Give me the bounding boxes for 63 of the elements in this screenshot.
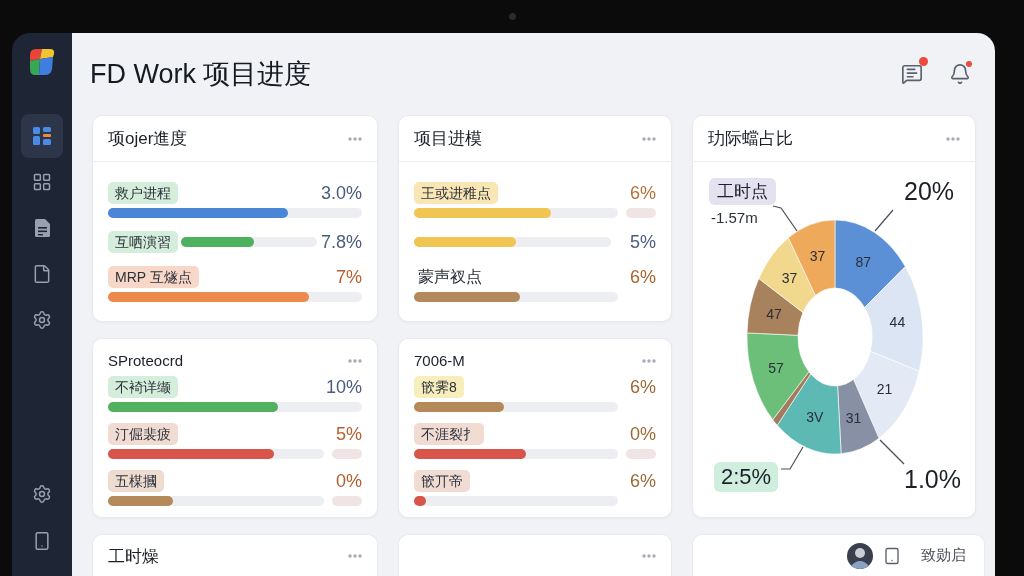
- percent-value: 0%: [336, 470, 362, 492]
- category-tag: 王或进稚点: [414, 182, 498, 204]
- grid-icon: [32, 172, 52, 192]
- file-icon: [32, 264, 52, 284]
- camera-icon: [508, 13, 516, 20]
- slice-label: 47: [766, 305, 782, 322]
- card-title: 工时燥: [108, 546, 159, 568]
- category-tag: 救户进程: [108, 182, 178, 204]
- category-tag: 篏丌帝: [414, 470, 470, 492]
- category-tag: 不涯裂扌: [414, 423, 484, 445]
- device-icon[interactable]: [32, 531, 52, 551]
- bell-icon[interactable]: [949, 63, 971, 85]
- percent-value: 5%: [629, 231, 656, 253]
- category-tag: 互哂演習: [108, 231, 178, 253]
- callout-percent: 20%: [904, 176, 955, 206]
- percent-value: 10%: [325, 376, 362, 398]
- percent-value: 5%: [336, 423, 362, 445]
- card-title: 项ojer進度: [108, 127, 188, 150]
- category-tag: MRP 互燧点: [108, 266, 199, 288]
- slice-label: 21: [876, 381, 893, 398]
- logo-icon[interactable]: [28, 47, 56, 77]
- slice-label: 37: [809, 248, 826, 264]
- percent-value: 7%: [336, 266, 362, 288]
- page-title: FD Work 项目进度: [90, 58, 312, 91]
- leader-line: [772, 205, 798, 232]
- callout-tag: 工时点: [709, 178, 776, 205]
- slice-label: 31: [845, 409, 862, 426]
- callout-tag: 2:5%: [714, 462, 779, 492]
- tablet-icon[interactable]: [883, 546, 901, 565]
- card-title: 玏际蟷占比: [708, 127, 793, 150]
- card-title: 7006-M: [414, 350, 465, 371]
- percent-value: 6%: [630, 376, 656, 398]
- card-title: 项目进模: [414, 127, 482, 150]
- category-tag: 汀倔裴疲: [108, 423, 178, 445]
- callout-note: -1.57m: [711, 209, 758, 227]
- category-tag: 不裿详缬: [108, 376, 178, 398]
- avatar-icon[interactable]: [847, 542, 873, 569]
- chat-icon[interactable]: [901, 63, 923, 85]
- row-label: 蒙声衩点: [417, 267, 482, 287]
- percent-value: 0%: [630, 423, 656, 445]
- callout-percent: 1.0%: [904, 464, 961, 494]
- percent-value: 6%: [630, 266, 656, 288]
- slice-label: 37: [781, 270, 798, 287]
- document-icon: [34, 219, 50, 237]
- slice-label: 57: [768, 359, 784, 376]
- dashboard-icon: [33, 127, 51, 145]
- slice-label: 44: [889, 314, 906, 331]
- leader-line: [780, 446, 804, 470]
- leader-line: [879, 439, 905, 465]
- category-tag: 五楳摑: [108, 470, 164, 492]
- user-name: 致勋启: [921, 545, 966, 566]
- leader-line: [874, 209, 894, 232]
- slice-label: 3V: [806, 408, 824, 425]
- category-tag: 篏霁8: [414, 376, 464, 398]
- percent-value: 6%: [630, 470, 656, 492]
- percent-value: 6%: [630, 182, 656, 204]
- settings-icon[interactable]: [32, 484, 52, 504]
- settings-icon: [32, 310, 52, 330]
- nav-button[interactable]: [21, 114, 63, 158]
- percent-value: 3.0%: [320, 182, 362, 204]
- slice-label: 87: [855, 253, 872, 270]
- percent-value: 7.8%: [320, 231, 362, 253]
- card-title: SProteocrd: [108, 350, 184, 371]
